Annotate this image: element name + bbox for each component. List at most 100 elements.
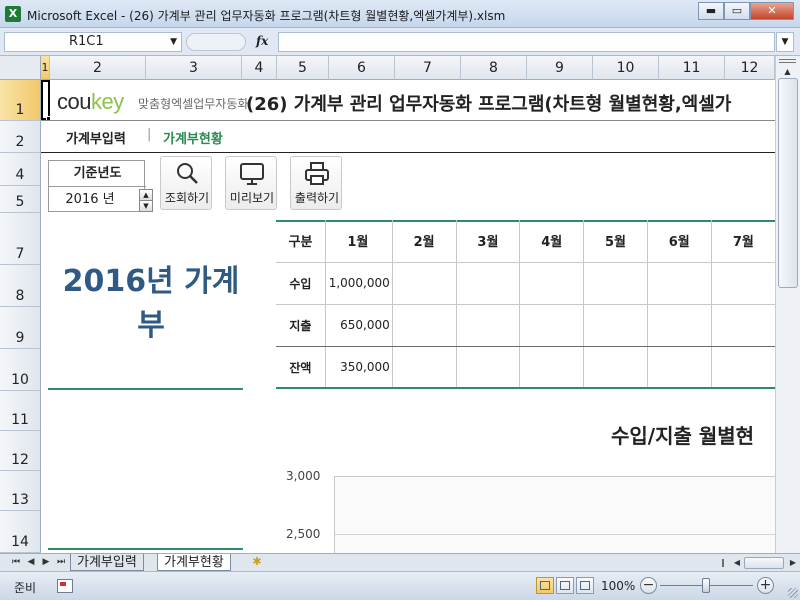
column-header[interactable]: 3 [146,56,242,80]
column-header[interactable]: 8 [461,56,527,80]
maximize-button[interactable]: ▭ [724,2,750,20]
column-header[interactable]: 9 [527,56,593,80]
scroll-right-icon[interactable]: ▶ [786,555,800,571]
table-header-cell[interactable]: 1월 [325,220,393,263]
worksheet-area[interactable]: coukey 맞춤형엑셀업무자동화 (26) 가계부 관리 업무자동화 프로그램… [41,80,775,553]
print-button[interactable]: 출력하기 [290,156,342,210]
row-header[interactable]: 4 [0,153,41,186]
tab-split-handle[interactable]: ‖ [716,555,730,571]
formula-bar-resize-handle[interactable] [186,33,246,51]
split-handle[interactable] [779,59,796,63]
row-header[interactable]: 5 [0,186,41,213]
column-header[interactable]: 12 [725,56,775,80]
column-header[interactable]: 10 [593,56,659,80]
table-cell[interactable] [647,262,712,305]
insert-function-icon[interactable]: fx [256,34,268,48]
search-button[interactable]: 조회하기 [160,156,212,210]
name-box-dropdown-icon[interactable]: ▼ [170,33,177,51]
normal-view-button[interactable] [536,577,554,594]
vertical-scrollbar[interactable]: ▲ [775,56,800,553]
row-label-expense[interactable]: 지출 [276,304,326,347]
scroll-left-icon[interactable]: ◀ [730,555,744,571]
table-header-cell[interactable]: 2월 [392,220,457,263]
zoom-out-button[interactable]: − [640,577,657,594]
column-header[interactable]: 4 [242,56,277,80]
first-sheet-icon[interactable]: ⏮ [10,555,22,570]
table-cell[interactable] [456,262,521,305]
row-header[interactable]: 11 [0,391,41,431]
column-header[interactable]: 11 [659,56,725,80]
table-cell[interactable] [583,262,648,305]
table-cell[interactable] [647,304,712,347]
table-cell[interactable]: 650,000 [325,304,393,347]
column-header[interactable]: 2 [50,56,146,80]
table-cell[interactable] [647,346,712,389]
table-header-cell[interactable]: 4월 [519,220,585,263]
row-label-income[interactable]: 수입 [276,262,326,305]
last-sheet-icon[interactable]: ⏭ [55,555,67,570]
row-header[interactable]: 12 [0,431,41,471]
insert-sheet-icon[interactable]: ✱ [247,555,267,570]
select-all-corner[interactable] [0,56,41,80]
horizontal-scrollbar[interactable]: ‖ ◀ ▶ [716,555,800,571]
macro-record-icon[interactable] [57,579,73,593]
table-cell[interactable] [519,262,585,305]
page-layout-view-button[interactable] [556,577,574,594]
table-header-cell[interactable]: 3월 [456,220,521,263]
excel-app-icon[interactable]: X [5,6,21,22]
resize-grip-icon[interactable] [788,588,798,598]
zoom-in-button[interactable]: + [757,577,774,594]
row-label-balance[interactable]: 잔액 [276,346,326,389]
row-header[interactable]: 13 [0,471,41,511]
minimize-button[interactable]: ▬ [698,2,724,20]
sheet-tab-input[interactable]: 가계부입력 [70,554,144,571]
sheet-tab-status[interactable]: 가계부현황 [157,554,231,571]
close-button[interactable]: ✕ [750,2,794,20]
vertical-scroll-thumb[interactable] [778,78,798,288]
table-cell[interactable] [583,346,648,389]
active-cell[interactable] [41,80,50,120]
formula-input[interactable] [278,32,775,52]
name-box[interactable]: R1C1 ▼ [4,32,182,52]
page-break-view-button[interactable] [576,577,594,594]
table-header-cell[interactable]: 5월 [583,220,648,263]
year-selector-value[interactable]: 2016 년 [49,187,131,213]
column-header[interactable]: 1 [41,56,50,80]
row-header[interactable]: 2 [0,121,41,153]
zoom-level[interactable]: 100% [601,579,635,593]
table-header-cell[interactable]: 6월 [647,220,712,263]
table-cell[interactable] [519,304,585,347]
prev-sheet-icon[interactable]: ◀ [25,555,37,570]
table-cell[interactable] [456,346,521,389]
table-cell[interactable] [456,304,521,347]
row-header[interactable]: 7 [0,213,41,265]
table-cell[interactable]: 350,000 [325,346,393,389]
row-header[interactable]: 9 [0,307,41,349]
table-cell[interactable] [392,304,457,347]
expand-formula-bar-icon[interactable]: ▼ [776,32,794,52]
horizontal-scroll-thumb[interactable] [744,557,784,569]
table-cell[interactable] [519,346,585,389]
table-header-cell[interactable]: 구분 [276,220,326,263]
table-cell[interactable] [583,304,648,347]
preview-button[interactable]: 미리보기 [225,156,277,210]
column-header[interactable]: 5 [277,56,329,80]
column-header[interactable]: 7 [395,56,461,80]
table-header-cell[interactable]: 7월 [711,220,775,263]
row-header[interactable]: 8 [0,265,41,307]
table-cell[interactable] [392,262,457,305]
table-cell[interactable] [711,346,775,389]
next-sheet-icon[interactable]: ▶ [40,555,52,570]
row-header[interactable]: 14 [0,511,41,553]
table-cell[interactable] [711,262,775,305]
year-down-icon[interactable]: ▼ [139,200,153,212]
table-cell[interactable] [711,304,775,347]
row-header[interactable]: 10 [0,349,41,391]
table-cell[interactable]: 1,000,000 [325,262,393,305]
zoom-slider-thumb[interactable] [702,578,710,593]
nav-link-input[interactable]: 가계부입력 [66,128,126,147]
nav-link-status[interactable]: 가계부현황 [163,128,223,147]
chart-plot-area[interactable] [334,476,775,553]
column-header[interactable]: 6 [329,56,395,80]
table-cell[interactable] [392,346,457,389]
